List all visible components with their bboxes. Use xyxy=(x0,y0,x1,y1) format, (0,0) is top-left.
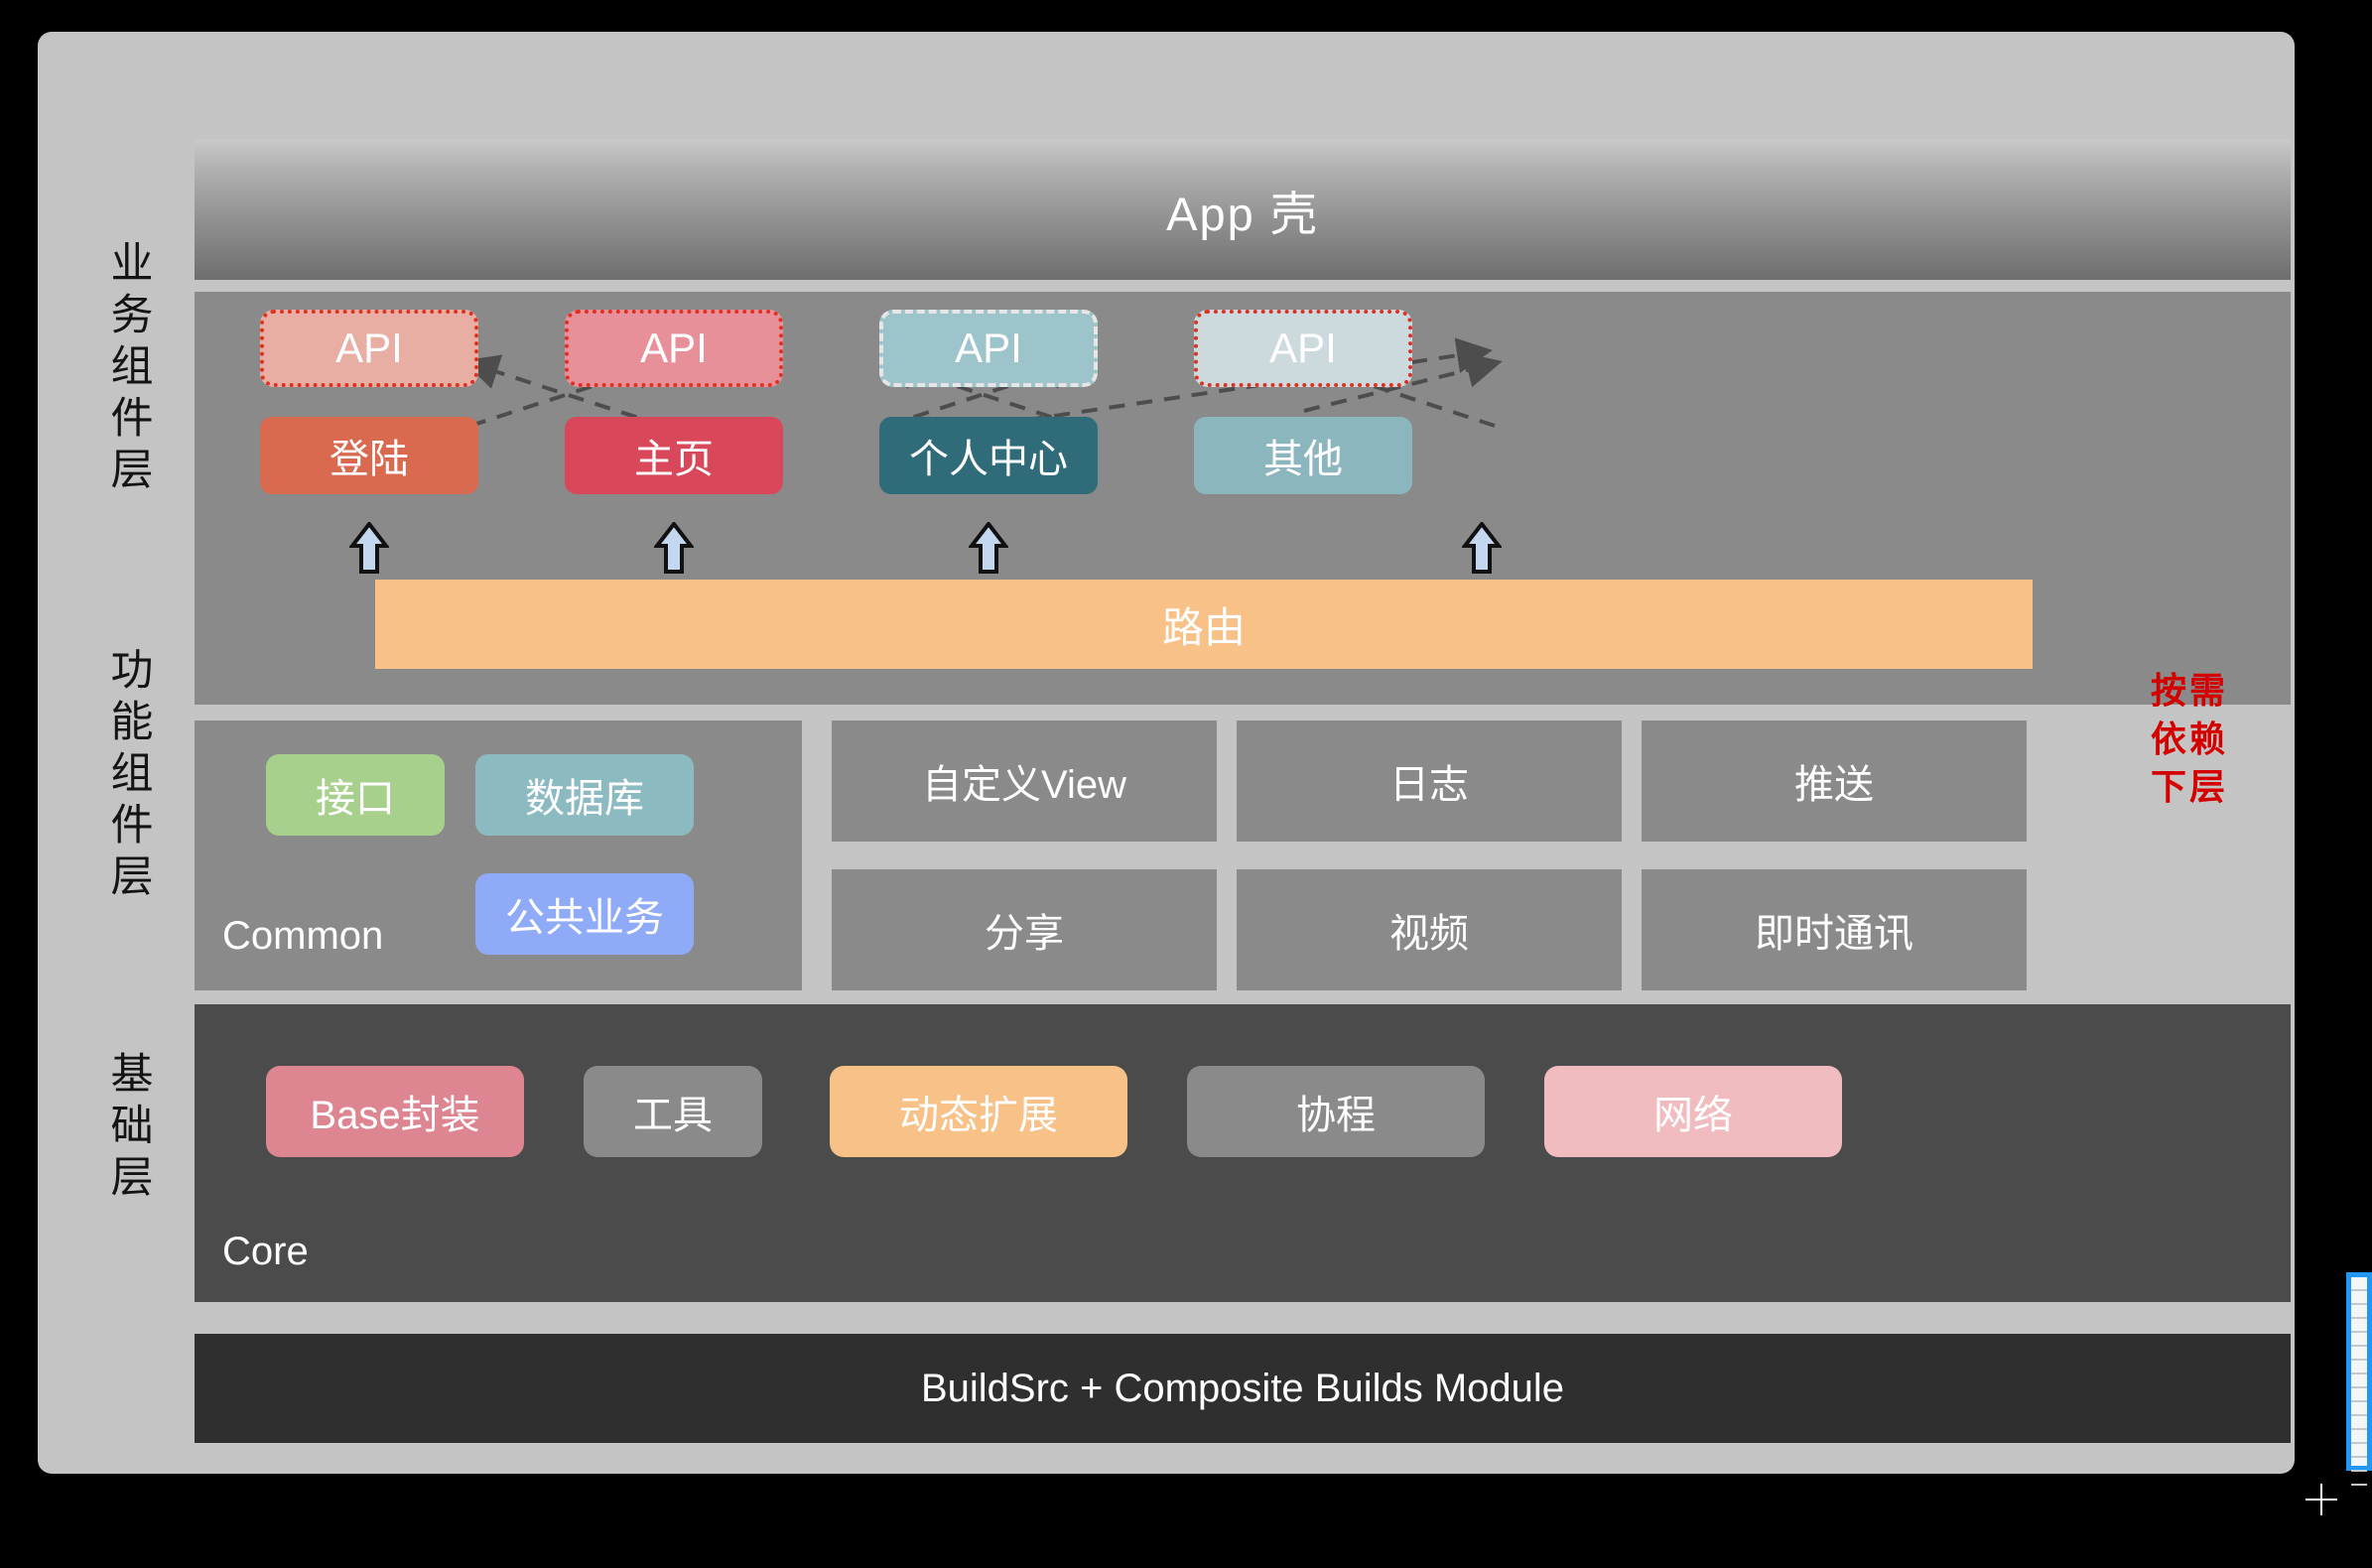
diagram-canvas: 业务组件层 功能组件层 基础层 App 壳 API API API API 登陆… xyxy=(38,32,2295,1474)
business-box-profile[interactable]: 个人中心 xyxy=(879,417,1098,494)
functional-module-label-0-0: 自定义View xyxy=(922,763,1126,807)
app-shell-banner: App 壳 xyxy=(195,139,2291,280)
functional-module-video[interactable]: 视频 xyxy=(1237,869,1622,990)
layer-label-functional: 功能组件层 xyxy=(104,647,152,905)
up-arrow-icon-3 xyxy=(1462,522,1502,574)
edge-panel-scrollbar[interactable] xyxy=(2346,1272,2372,1486)
api-box-2[interactable]: API xyxy=(879,310,1098,387)
up-arrow-icon-1 xyxy=(654,522,694,574)
note-line-0: 按需 xyxy=(2150,670,2228,711)
core-chip-label-4: 网络 xyxy=(1653,1094,1733,1137)
functional-module-label-2-0: 推送 xyxy=(1794,763,1874,807)
core-chip-coroutine[interactable]: 协程 xyxy=(1187,1066,1485,1157)
edge-panel-row xyxy=(2351,1374,2367,1388)
business-box-home[interactable]: 主页 xyxy=(565,417,783,494)
common-chip-label-1: 数据库 xyxy=(525,777,644,821)
edge-panel-row xyxy=(2351,1444,2367,1458)
functional-module-custom-view[interactable]: 自定义View xyxy=(832,720,1217,842)
core-group-label: Core xyxy=(222,1230,309,1273)
build-src-label: BuildSrc + Composite Builds Module xyxy=(920,1366,1565,1410)
common-chip-public-business[interactable]: 公共业务 xyxy=(475,873,694,955)
edge-panel-row xyxy=(2351,1416,2367,1430)
common-group-label: Common xyxy=(222,914,384,958)
business-component-layer: API API API API 登陆 主页 个人中心 其他 路由 按需 依赖 下… xyxy=(195,292,2291,807)
business-box-label-2: 个人中心 xyxy=(909,438,1068,481)
edge-panel-row xyxy=(2351,1347,2367,1361)
edge-panel-row xyxy=(2351,1319,2367,1333)
router-label: 路由 xyxy=(1161,603,1246,651)
core-chip-label-0: Base封装 xyxy=(310,1094,480,1137)
edge-panel-row xyxy=(2351,1333,2367,1347)
core-chip-label-1: 工具 xyxy=(633,1094,713,1137)
edge-panel-row xyxy=(2351,1305,2367,1319)
build-src-bar: BuildSrc + Composite Builds Module xyxy=(195,1334,2291,1443)
functional-module-log[interactable]: 日志 xyxy=(1237,720,1622,842)
functional-module-im[interactable]: 即时通讯 xyxy=(1642,869,2027,990)
edge-panel-row xyxy=(2351,1430,2367,1444)
edge-panel-row xyxy=(2351,1291,2367,1305)
base-core-layer: Core Base封装 工具 动态扩展 协程 网络 xyxy=(195,1004,2291,1302)
edge-panel-row xyxy=(2351,1472,2367,1486)
api-box-label-1: API xyxy=(640,325,708,371)
business-box-login[interactable]: 登陆 xyxy=(260,417,478,494)
core-chip-dynamic-extension[interactable]: 动态扩展 xyxy=(830,1066,1127,1157)
core-chip-network[interactable]: 网络 xyxy=(1544,1066,1842,1157)
layer-label-business: 业务组件层 xyxy=(104,240,152,498)
edge-panel-row xyxy=(2351,1361,2367,1374)
edge-panel-row xyxy=(2351,1458,2367,1472)
api-box-1[interactable]: API xyxy=(565,310,783,387)
functional-module-label-2-1: 即时通讯 xyxy=(1755,912,1913,956)
api-box-label-2: API xyxy=(955,325,1022,371)
functional-module-push[interactable]: 推送 xyxy=(1642,720,2027,842)
edge-panel-row xyxy=(2351,1402,2367,1416)
functional-module-label-1-0: 日志 xyxy=(1389,763,1469,807)
api-box-0[interactable]: API xyxy=(260,310,478,387)
business-box-label-3: 其他 xyxy=(1263,438,1343,481)
common-chip-label-0: 接口 xyxy=(316,777,395,821)
common-chip-database[interactable]: 数据库 xyxy=(475,754,694,836)
router-bar[interactable]: 路由 xyxy=(375,580,2033,669)
core-chip-label-2: 动态扩展 xyxy=(899,1094,1058,1137)
functional-module-label-1-1: 视频 xyxy=(1389,912,1469,956)
up-arrow-icon-2 xyxy=(969,522,1008,574)
app-shell-title: App 壳 xyxy=(1166,187,1319,240)
api-box-label-0: API xyxy=(335,325,403,371)
crosshair-cursor-icon xyxy=(2304,1482,2339,1517)
common-chip-interface[interactable]: 接口 xyxy=(266,754,445,836)
edge-panel-row xyxy=(2351,1277,2367,1291)
edge-panel-row xyxy=(2351,1388,2367,1402)
core-chip-label-3: 协程 xyxy=(1296,1094,1376,1137)
common-chip-label-2: 公共业务 xyxy=(505,896,664,940)
functional-module-share[interactable]: 分享 xyxy=(832,869,1217,990)
up-arrow-icon-0 xyxy=(349,522,389,574)
core-chip-base-encapsulation[interactable]: Base封装 xyxy=(266,1066,524,1157)
core-chip-tools[interactable]: 工具 xyxy=(584,1066,762,1157)
functional-component-layer: Common 接口 数据库 公共业务 自定义View 分享 日志 视频 推送 即… xyxy=(195,720,2291,990)
common-module-group: Common 接口 数据库 公共业务 xyxy=(195,720,802,990)
api-box-3[interactable]: API xyxy=(1194,310,1412,387)
layer-label-base: 基础层 xyxy=(104,1051,152,1206)
functional-module-label-0-1: 分享 xyxy=(985,912,1064,956)
api-box-label-3: API xyxy=(1269,325,1337,371)
business-box-other[interactable]: 其他 xyxy=(1194,417,1412,494)
business-box-label-0: 登陆 xyxy=(329,438,409,481)
business-box-label-1: 主页 xyxy=(634,438,714,481)
